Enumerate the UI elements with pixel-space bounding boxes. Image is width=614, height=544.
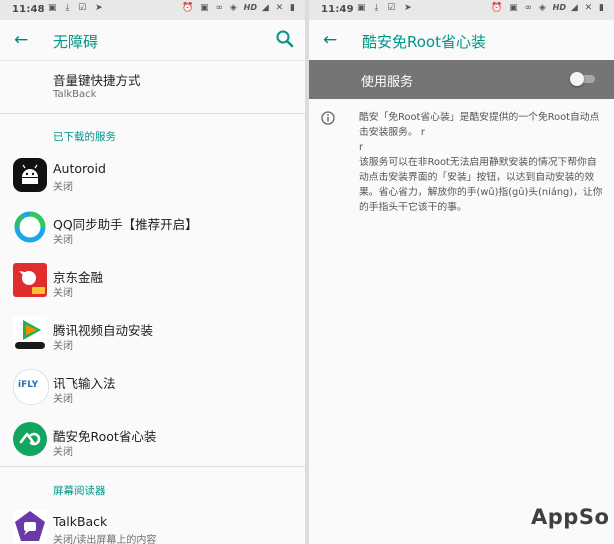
use-service-label: 使用服务 [361,75,414,90]
screen-reader-header: 屏幕阅读器 [53,485,106,497]
talkback-title: TalkBack [53,514,108,529]
signal-battery-icons: ◢ ✕ ▮ [261,3,297,13]
service-item-tencent-video[interactable]: 腾讯视频自动安装 关闭 [0,310,305,362]
back-arrow-icon[interactable]: ← [14,30,28,50]
tencent-video-icon [13,316,47,350]
jd-finance-icon [13,263,47,297]
android-robot-icon [13,158,47,192]
signal-battery-icons: ◢ ✕ ▮ [570,3,606,13]
service-item-ifly[interactable]: iFLY 讯飞输入法 关闭 [0,363,305,415]
ifly-icon: iFLY [13,369,49,405]
page-title: 酷安免Root省心装 [362,33,486,51]
service-item-jd-finance[interactable]: 京东金融 关闭 [0,257,305,309]
volume-shortcut-item[interactable]: 音量键快捷方式 TalkBack [0,61,305,109]
service-status: 关闭 [53,182,73,193]
talkback-item[interactable]: TalkBack 关闭/读出屏幕上的内容 [0,504,305,544]
service-title: QQ同步助手【推荐开启】 [53,217,198,232]
service-status: 关闭 [53,447,73,458]
description-line: r [359,142,364,153]
back-arrow-icon[interactable]: ← [323,30,337,50]
divider [0,466,305,467]
volume-shortcut-subtitle: TalkBack [53,89,97,100]
service-status: 关闭 [53,394,73,405]
coolapk-service-screen: 11:49 ▣ ⤓ ☑ ➤ ⏰ ▣ ∞ ◈ HD ◢ ✕ ▮ ← 酷安免Root… [309,0,614,544]
use-service-toggle[interactable] [570,72,598,86]
description-line: 该服务可以在非Root无法启用静默安装的情况下帮你自动点击安装界面的「安装」按钮… [359,157,603,213]
service-status: 关闭 [53,235,73,246]
service-status: 关闭 [53,288,73,299]
description-line: 酷安「免Root省心装」是酷安提供的一个免Root自动点击安装服务。 r [359,112,600,138]
info-icon [321,111,335,125]
status-time: 11:48 [12,4,45,15]
page-title: 无障碍 [53,33,99,51]
volume-shortcut-title: 音量键快捷方式 [53,73,141,88]
downloaded-services-header: 已下载的服务 [53,131,116,143]
hd-badge: HD [243,3,257,12]
service-description: 酷安「免Root省心装」是酷安提供的一个免Root自动点击安装服务。 r r 该… [359,110,603,215]
appso-watermark: AppSo [531,505,610,529]
hd-badge: HD [552,3,566,12]
accessibility-screen: 11:48 ▣ ⤓ ☑ ➤ ⏰ ▣ ∞ ◈ HD ◢ ✕ ▮ ← 无障碍 音量键… [0,0,305,544]
notification-icons: ▣ ⤓ ☑ ➤ [48,3,106,13]
status-bar: 11:49 ▣ ⤓ ☑ ➤ ⏰ ▣ ∞ ◈ HD ◢ ✕ ▮ [309,0,614,20]
system-icons: ⏰ ▣ ∞ ◈ HD ◢ ✕ ▮ [491,3,606,13]
coolapk-icon [13,422,47,456]
service-item-coolapk[interactable]: 酷安免Root省心装 关闭 [0,416,305,468]
service-item-autoroid[interactable]: Autoroid 关闭 [0,151,305,203]
alarm-icons: ⏰ ▣ ∞ ◈ [491,3,548,13]
talkback-icon [13,510,47,544]
status-time: 11:49 [321,4,354,15]
status-bar: 11:48 ▣ ⤓ ☑ ➤ ⏰ ▣ ∞ ◈ HD ◢ ✕ ▮ [0,0,305,20]
search-icon[interactable] [275,29,295,49]
toggle-thumb [570,72,584,86]
service-item-qq-sync[interactable]: QQ同步助手【推荐开启】 关闭 [0,204,305,256]
service-title: Autoroid [53,161,106,176]
use-service-bar[interactable]: 使用服务 [309,60,614,99]
app-bar: ← 无障碍 [0,20,305,61]
ifly-logo-text: iFLY [18,380,39,390]
system-icons: ⏰ ▣ ∞ ◈ HD ◢ ✕ ▮ [182,3,297,13]
talkback-subtitle: 关闭/读出屏幕上的内容 [53,535,157,544]
service-status: 关闭 [53,341,73,352]
app-bar: ← 酷安免Root省心装 [309,20,614,60]
divider [0,113,305,114]
notification-icons: ▣ ⤓ ☑ ➤ [357,3,415,13]
qq-sync-icon [13,210,47,244]
alarm-icons: ⏰ ▣ ∞ ◈ [182,3,239,13]
